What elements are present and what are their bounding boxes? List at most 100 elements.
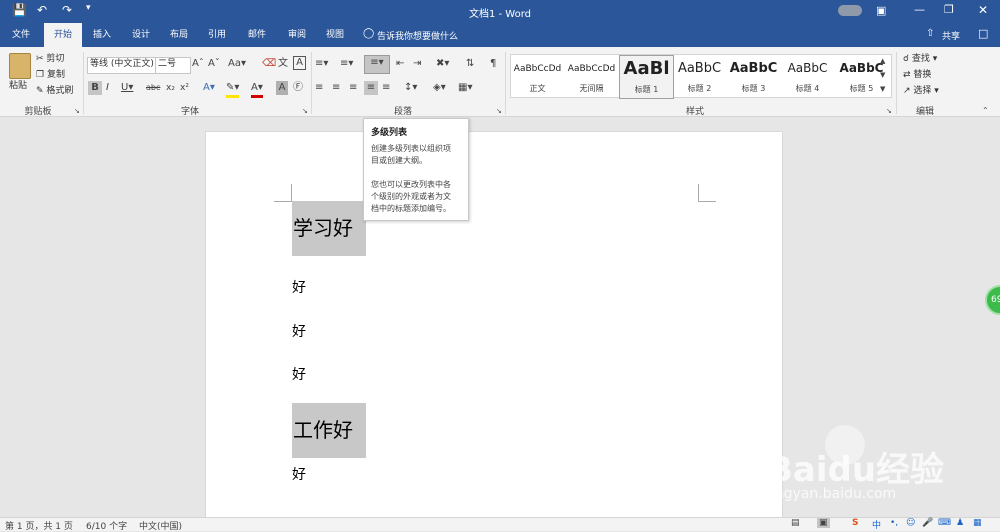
body-line[interactable]: 好 (292, 464, 306, 484)
format-painter-button[interactable]: ✎ 格式刷 (36, 84, 73, 98)
read-mode-icon[interactable]: ▤ (791, 518, 800, 528)
user-avatar[interactable] (838, 5, 862, 16)
body-line[interactable]: 好 (292, 277, 306, 297)
ime-emoji-icon[interactable]: ☺ (906, 518, 915, 528)
cut-button[interactable]: ✂ 剪切 (36, 52, 64, 66)
language[interactable]: 中文(中国) (139, 519, 182, 532)
line-spacing-icon[interactable]: ↕▾ (404, 81, 417, 95)
style-heading-3[interactable]: AaBbC 标题 3 (727, 55, 780, 97)
ime-punct-icon[interactable]: •, (890, 518, 898, 528)
strikethrough-icon[interactable]: abc (146, 81, 160, 95)
heading-2[interactable]: 工作好 (292, 403, 366, 458)
document-page[interactable]: 学习好 好 好 好 工作好 好 (205, 131, 783, 521)
print-layout-icon[interactable]: ▣ (817, 518, 830, 528)
style-heading-1[interactable]: AaBl 标题 1 (619, 55, 674, 99)
ime-chinese-icon[interactable]: 中 (872, 518, 881, 531)
clear-formatting-icon[interactable]: ⌫ (262, 57, 276, 71)
font-launcher-icon[interactable]: ↘ (302, 104, 308, 118)
word-count[interactable]: 6/10 个字 (86, 519, 127, 532)
collapse-ribbon-icon[interactable]: ⌃ (982, 104, 989, 118)
ribbon-display-icon[interactable]: ▣ (876, 4, 886, 17)
italic-icon[interactable]: I (106, 81, 109, 95)
character-shading-icon[interactable]: A (276, 81, 288, 95)
style-no-spacing[interactable]: AaBbCcDd 无间隔 (565, 55, 618, 97)
share-icon[interactable]: ⇧ (926, 28, 934, 39)
character-border-icon[interactable]: A (293, 56, 306, 70)
style-normal[interactable]: AaBbCcDd 正文 (511, 55, 564, 97)
superscript-icon[interactable]: x² (180, 81, 189, 95)
body-line[interactable]: 好 (292, 364, 306, 384)
change-case-icon[interactable]: Aa▾ (228, 57, 246, 71)
bullets-icon[interactable]: ≡▾ (315, 57, 328, 71)
undo-icon[interactable]: ↶ (37, 3, 47, 17)
style-heading-2[interactable]: AaBbC 标题 2 (673, 55, 726, 97)
grow-font-icon[interactable]: Aˆ (192, 57, 204, 71)
replace-button[interactable]: ⇄ 替换 (903, 68, 931, 82)
ime-mic-icon[interactable]: 🎤 (922, 518, 933, 528)
align-right-icon[interactable]: ≡ (349, 81, 357, 95)
highlight-icon[interactable]: ✎▾ (226, 81, 240, 98)
phonetic-guide-icon[interactable]: 文 (278, 57, 288, 71)
share-button[interactable]: 共享 (942, 29, 960, 42)
styles-launcher-icon[interactable]: ↘ (886, 104, 892, 118)
shading-icon[interactable]: ◈▾ (433, 81, 446, 95)
increase-indent-icon[interactable]: ⇥ (413, 57, 421, 71)
tab-references[interactable]: 引用 (200, 23, 234, 47)
minimize-icon[interactable]: — (914, 3, 925, 16)
align-left-icon[interactable]: ≡ (315, 81, 323, 95)
side-float-badge[interactable]: 69 (985, 285, 1000, 315)
heading-1[interactable]: 学习好 (292, 201, 366, 256)
font-size-select[interactable]: 二号 (155, 57, 191, 74)
numbering-icon[interactable]: ≡▾ (340, 57, 353, 71)
ime-tools-icon[interactable]: ▦ (973, 518, 982, 528)
decrease-indent-icon[interactable]: ⇤ (396, 57, 404, 71)
customize-qat-icon[interactable]: ▾ (86, 3, 91, 13)
tab-layout[interactable]: 布局 (162, 23, 196, 47)
font-color-icon[interactable]: A▾ (251, 81, 263, 98)
maximize-icon[interactable]: ❐ (944, 3, 954, 16)
clipboard-launcher-icon[interactable]: ↘ (74, 104, 80, 118)
styles-scroll-down-icon[interactable]: ▼ (880, 68, 885, 82)
show-marks-icon[interactable]: ¶ (490, 57, 496, 71)
page-count[interactable]: 第 1 页，共 1 页 (5, 519, 73, 532)
redo-icon[interactable]: ↷ (62, 3, 72, 17)
ime-skin-icon[interactable]: ♟ (956, 518, 964, 528)
text-effects-icon[interactable]: A▾ (203, 81, 215, 95)
styles-more-icon[interactable]: ▼ (880, 82, 885, 96)
paste-button[interactable]: 粘贴 (9, 79, 27, 93)
chinese-layout-icon[interactable]: ✖▾ (436, 57, 449, 71)
font-family-select[interactable]: 等线 (中文正文) (87, 57, 157, 74)
close-icon[interactable]: ✕ (978, 3, 988, 17)
ime-keyboard-icon[interactable]: ⌨ (938, 518, 951, 528)
align-center-icon[interactable]: ≡ (332, 81, 340, 95)
tab-file[interactable]: 文件 (4, 23, 38, 47)
subscript-icon[interactable]: x₂ (166, 81, 175, 95)
paste-icon[interactable] (9, 53, 31, 79)
bold-icon[interactable]: B (88, 81, 102, 95)
select-button[interactable]: ↗ 选择 ▾ (903, 84, 939, 98)
enclose-characters-icon[interactable]: Ⓕ (293, 81, 303, 95)
underline-icon[interactable]: U▾ (121, 81, 133, 95)
style-heading-4[interactable]: AaBbC 标题 4 (781, 55, 834, 97)
tab-mailings[interactable]: 邮件 (240, 23, 274, 47)
distributed-icon[interactable]: ≡ (382, 81, 390, 95)
body-line[interactable]: 好 (292, 321, 306, 341)
copy-button[interactable]: ❐ 复制 (36, 68, 65, 82)
multilevel-list-icon[interactable]: ≡▾ (364, 55, 390, 74)
tab-view[interactable]: 视图 (318, 23, 352, 47)
borders-icon[interactable]: ▦▾ (458, 81, 472, 95)
justify-icon[interactable]: ≡ (364, 81, 378, 95)
tab-review[interactable]: 审阅 (280, 23, 314, 47)
save-icon[interactable]: 💾 (12, 3, 27, 17)
shrink-font-icon[interactable]: Aˇ (208, 57, 220, 71)
tab-home[interactable]: 开始 (44, 23, 82, 47)
ime-sogou-icon[interactable]: S (852, 518, 858, 528)
tab-design[interactable]: 设计 (124, 23, 158, 47)
styles-scroll-up-icon[interactable]: ▲ (880, 54, 885, 68)
tab-insert[interactable]: 插入 (86, 23, 118, 47)
comments-icon[interactable]: □ (978, 27, 988, 40)
paragraph-launcher-icon[interactable]: ↘ (496, 104, 502, 118)
sort-icon[interactable]: ⇅ (466, 57, 474, 71)
tell-me-box[interactable]: 告诉我你想要做什么 (377, 29, 458, 42)
find-button[interactable]: ☌ 查找 ▾ (903, 52, 937, 66)
